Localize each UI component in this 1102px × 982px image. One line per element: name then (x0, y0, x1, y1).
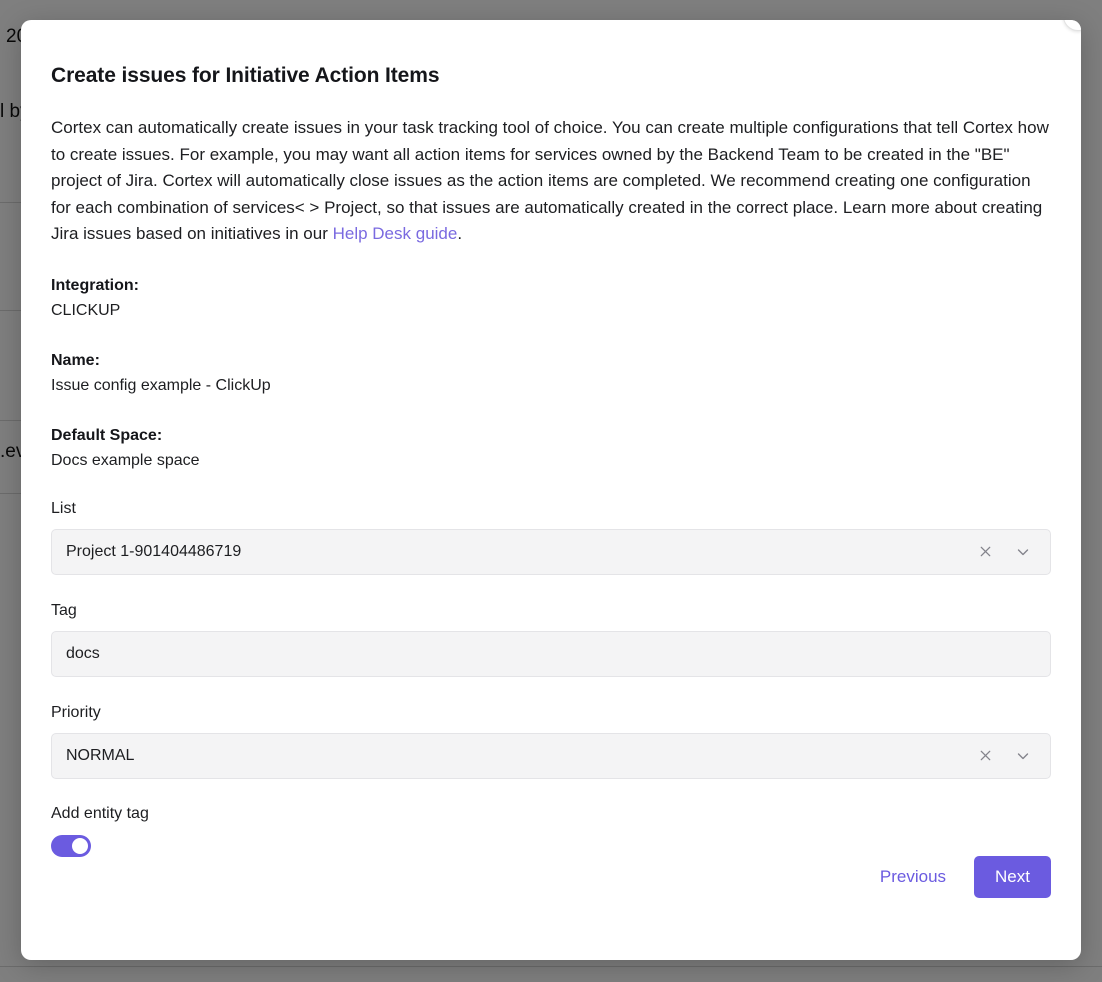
help-desk-guide-link[interactable]: Help Desk guide (333, 224, 458, 243)
detail-label: Integration: (51, 276, 139, 294)
list-value: Project 1-901404486719 (66, 542, 242, 560)
clear-icon[interactable] (976, 543, 994, 561)
toggle-knob (72, 837, 88, 854)
modal-footer: Previous Next (878, 856, 1051, 898)
tag-label: Tag (51, 601, 77, 619)
add-entity-tag-toggle[interactable] (51, 834, 91, 857)
description-text-part1: Cortex can automatically create issues i… (51, 118, 1049, 243)
detail-label: Name: (51, 351, 100, 369)
list-label: List (51, 499, 76, 517)
chevron-down-icon[interactable] (1014, 747, 1032, 765)
detail-integration: Integration: CLICKUP (51, 274, 1051, 323)
detail-value: CLICKUP (51, 301, 121, 319)
priority-label: Priority (51, 703, 101, 721)
detail-value: Issue config example - ClickUp (51, 376, 271, 394)
detail-label: Default Space: (51, 426, 163, 444)
clear-icon[interactable] (976, 747, 994, 765)
detail-value: Docs example space (51, 451, 200, 469)
previous-button[interactable]: Previous (878, 861, 948, 893)
tag-input[interactable]: docs (51, 630, 1051, 677)
list-select-icons (976, 543, 1038, 561)
field-group-tag: Tag docs (51, 600, 1051, 677)
next-button[interactable]: Next (974, 856, 1051, 898)
chevron-down-icon[interactable] (1014, 543, 1032, 561)
close-icon[interactable]: × (1063, 20, 1081, 31)
description-text-part2: . (457, 224, 463, 243)
modal-description: Cortex can automatically create issues i… (51, 115, 1049, 248)
tag-value: docs (66, 644, 100, 662)
priority-select[interactable]: NORMAL (51, 732, 1051, 779)
detail-default-space: Default Space: Docs example space (51, 424, 1051, 473)
priority-select-icons (976, 747, 1038, 765)
detail-name: Name: Issue config example - ClickUp (51, 349, 1051, 398)
field-group-priority: Priority NORMAL (51, 702, 1051, 779)
add-entity-tag-label: Add entity tag (51, 804, 149, 822)
list-select[interactable]: Project 1-901404486719 (51, 528, 1051, 575)
priority-value: NORMAL (66, 746, 135, 764)
field-group-add-entity-tag: Add entity tag (51, 803, 1051, 857)
field-group-list: List Project 1-901404486719 (51, 498, 1051, 575)
modal-title: Create issues for Initiative Action Item… (51, 64, 440, 87)
create-issues-modal: × Create issues for Initiative Action It… (21, 20, 1081, 960)
